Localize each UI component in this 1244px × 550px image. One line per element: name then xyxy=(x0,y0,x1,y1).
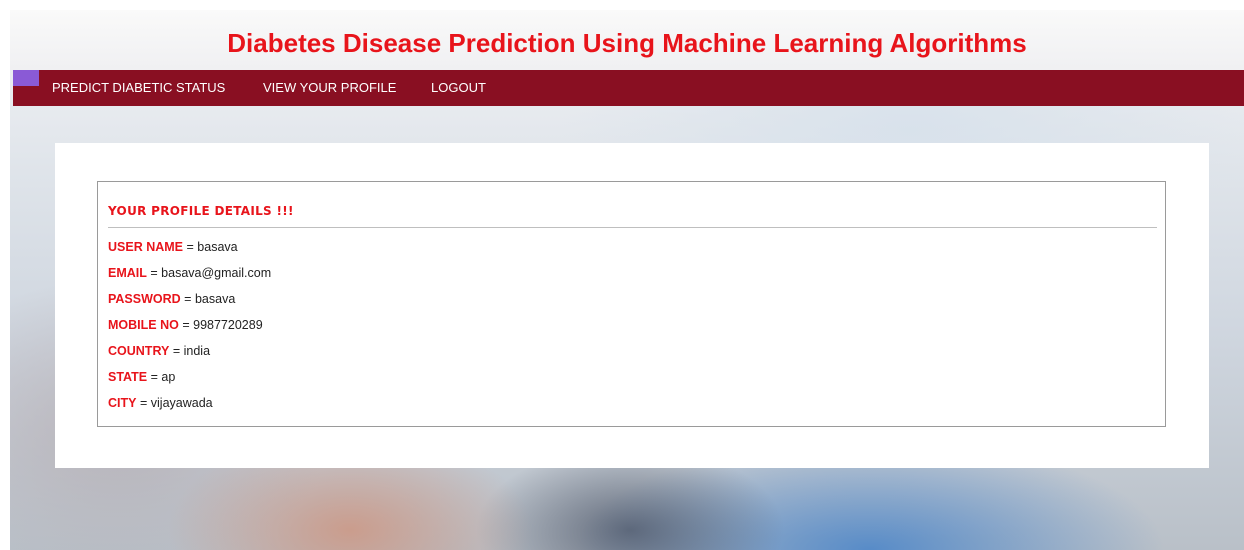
field-label: CITY xyxy=(108,396,137,410)
field-label: COUNTRY xyxy=(108,344,170,358)
field-label: USER NAME xyxy=(108,240,184,254)
field-label: MOBILE NO xyxy=(108,318,179,332)
field-value: basava xyxy=(194,292,236,306)
field-value: india xyxy=(183,344,211,358)
heading-divider xyxy=(108,227,1157,228)
field-separator: = xyxy=(182,318,190,332)
profile-field-country: COUNTRY = india xyxy=(108,344,210,358)
field-separator: = xyxy=(184,292,192,306)
nav-view-your-profile[interactable]: VIEW YOUR PROFILE xyxy=(263,80,396,95)
field-value: basava xyxy=(197,240,238,254)
content-card: YOUR PROFILE DETAILS !!! USER NAME = bas… xyxy=(55,143,1209,468)
profile-field-mobile: MOBILE NO = 9987720289 xyxy=(108,318,263,332)
profile-field-city: CITY = vijayawada xyxy=(108,396,213,410)
profile-heading: YOUR PROFILE DETAILS !!! xyxy=(108,204,294,218)
field-label: EMAIL xyxy=(108,266,147,280)
profile-details-box: YOUR PROFILE DETAILS !!! USER NAME = bas… xyxy=(97,181,1166,427)
field-label: PASSWORD xyxy=(108,292,181,306)
field-value: ap xyxy=(161,370,176,384)
main-navbar: PREDICT DIABETIC STATUS VIEW YOUR PROFIL… xyxy=(13,70,1244,106)
field-label: STATE xyxy=(108,370,148,384)
profile-field-state: STATE = ap xyxy=(108,370,175,384)
field-separator: = xyxy=(172,344,181,358)
field-separator: = xyxy=(150,266,158,280)
site-title: Diabetes Disease Prediction Using Machin… xyxy=(227,28,1027,58)
field-value: vijayawada xyxy=(150,396,213,410)
profile-field-username: USER NAME = basava xyxy=(108,240,238,254)
field-value: 9987720289 xyxy=(193,318,263,332)
field-separator: = xyxy=(186,240,194,254)
site-header: Diabetes Disease Prediction Using Machin… xyxy=(10,10,1244,70)
nav-predict-diabetic-status[interactable]: PREDICT DIABETIC STATUS xyxy=(52,80,225,95)
profile-field-password: PASSWORD = basava xyxy=(108,292,235,306)
nav-logout[interactable]: LOGOUT xyxy=(431,80,486,95)
nav-accent-block xyxy=(13,70,39,86)
field-value: basava@gmail.com xyxy=(161,266,272,280)
field-separator: = xyxy=(150,370,158,384)
profile-field-email: EMAIL = basava@gmail.com xyxy=(108,266,271,280)
field-separator: = xyxy=(139,396,148,410)
